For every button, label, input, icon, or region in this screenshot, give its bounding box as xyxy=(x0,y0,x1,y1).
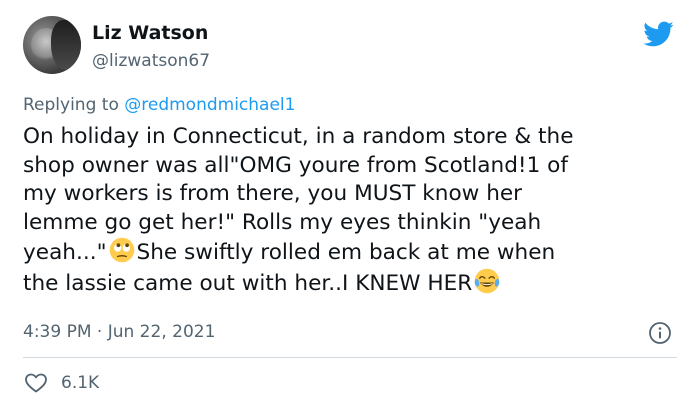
tweet-line: my workers is from there, you MUST know … xyxy=(23,181,523,207)
heart-icon[interactable] xyxy=(23,371,49,395)
like-count[interactable]: 6.1K xyxy=(61,373,99,393)
tweet-line-mixed: yeah..." She swiftly rolled em back at m… xyxy=(23,237,693,268)
reply-context: Replying to @redmondmichael1 xyxy=(23,95,295,115)
tweet-line-mixed: the lassie came out with her..I KNEW HER xyxy=(23,268,693,299)
divider xyxy=(23,357,677,358)
reply-mention-link[interactable]: @redmondmichael1 xyxy=(124,95,295,115)
tweet-segment: the lassie came out with her..I KNEW HER xyxy=(23,270,473,296)
tweet-line: shop owner was all"OMG youre from Scotla… xyxy=(23,152,568,178)
reply-prefix: Replying to xyxy=(23,95,119,115)
author-handle[interactable]: @lizwatson67 xyxy=(92,51,210,71)
face-with-tears-of-joy-icon xyxy=(474,268,500,294)
info-icon[interactable] xyxy=(648,321,672,345)
tweet-timestamp[interactable]: 4:39 PM · Jun 22, 2021 xyxy=(23,322,215,342)
tweet-time[interactable]: 4:39 PM xyxy=(23,322,92,342)
avatar[interactable] xyxy=(23,16,81,74)
tweet-text: On holiday in Connecticut, in a random s… xyxy=(23,123,693,299)
twitter-bird-icon[interactable] xyxy=(640,18,676,50)
face-with-rolling-eyes-icon xyxy=(109,238,134,263)
tweet-line: On holiday in Connecticut, in a random s… xyxy=(23,124,574,149)
timestamp-separator: · xyxy=(96,322,103,342)
tweet-date[interactable]: Jun 22, 2021 xyxy=(108,322,216,342)
tweet-line: lemme go get her!" Rolls my eyes thinkin… xyxy=(23,209,542,235)
author-name[interactable]: Liz Watson xyxy=(92,22,208,44)
tweet-segment: yeah..." xyxy=(23,240,107,266)
tweet-segment: She swiftly rolled em back at me when xyxy=(136,240,556,266)
